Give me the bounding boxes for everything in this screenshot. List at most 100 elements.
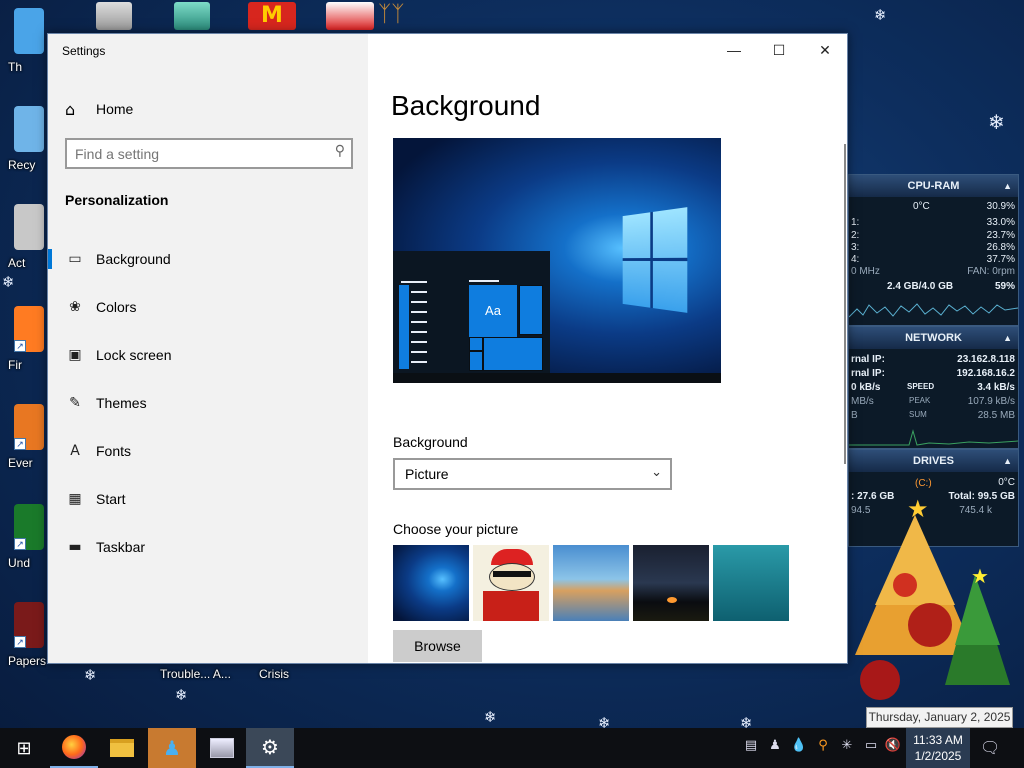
nav-item-taskbar[interactable]: ▬ Taskbar	[48, 527, 368, 567]
search-input[interactable]	[75, 144, 320, 164]
activate-icon	[14, 204, 44, 250]
cpu-mhz: 0 MHz	[851, 266, 880, 277]
picture-thumbnail-meme[interactable]	[473, 545, 549, 621]
cpu-temp: 0°C	[913, 201, 930, 212]
picture-thumbnail-night-sky[interactable]	[633, 545, 709, 621]
tray-users-icon[interactable]: ♟	[766, 738, 784, 758]
home-label: Home	[96, 101, 134, 117]
desktop-icon-label: Fir	[8, 358, 22, 372]
taskbar-settings[interactable]: ⚙	[246, 728, 294, 768]
desktop-icon-this-pc[interactable]: Th	[0, 4, 46, 96]
collapse-icon[interactable]: ▲	[1003, 450, 1012, 472]
desktop-icon-everything[interactable]: ↗ Ever	[0, 400, 46, 492]
desktop-icon-undertale[interactable]: ↗ Und	[0, 500, 46, 592]
chevron-down-icon: ⌄	[651, 465, 662, 480]
nav-item-themes[interactable]: ✎ Themes	[48, 383, 368, 423]
start-button[interactable]: ⊞	[0, 728, 48, 768]
nav-item-label: Lock screen	[96, 347, 172, 363]
upload-speed: 3.4 kB/s	[977, 382, 1015, 393]
taskbar-clock[interactable]: 11:33 AM 1/2/2025	[906, 728, 970, 768]
picture-thumbnail-windows[interactable]	[393, 545, 469, 621]
nav-item-start[interactable]: ▦ Start	[48, 479, 368, 519]
svg-text:★: ★	[907, 495, 929, 523]
start-grid-icon: ▦	[68, 491, 82, 507]
snowflake-icon: ❄	[988, 110, 1005, 134]
background-dropdown[interactable]: Picture ⌄	[393, 458, 672, 490]
svg-text:★: ★	[971, 564, 989, 588]
windows-logo-icon	[622, 207, 688, 313]
nav-item-background[interactable]: ▭ Background	[48, 239, 368, 279]
tray-drop-icon[interactable]: 💧	[790, 738, 808, 758]
desktop-icon-app[interactable]	[96, 2, 132, 30]
browse-button[interactable]: Browse	[393, 630, 482, 662]
gadget-title: DRIVES	[913, 455, 954, 467]
notification-icon[interactable]: 🗨	[980, 738, 1000, 758]
taskbar-app-users[interactable]: ♟	[148, 728, 196, 768]
collapse-icon[interactable]: ▲	[1003, 175, 1012, 197]
snowflake-icon: ❄	[84, 666, 97, 684]
tray-network-icon[interactable]: ▭	[862, 738, 880, 758]
nav-item-label: Taskbar	[96, 539, 146, 555]
desktop-icon-game[interactable]	[174, 2, 210, 30]
taskbar-file-explorer[interactable]	[98, 728, 146, 768]
firefox-icon	[62, 735, 86, 759]
nav-item-fonts[interactable]: A Fonts	[48, 431, 368, 471]
sum-right: 28.5 MB	[977, 410, 1015, 421]
picture-icon: ▭	[68, 251, 82, 267]
scrollbar[interactable]	[844, 144, 846, 464]
cpu-graph	[849, 303, 1018, 318]
folder-icon	[110, 739, 134, 757]
shortcut-arrow-icon: ↗	[14, 538, 26, 550]
desktop-icon-firefox[interactable]: ↗ Fir	[0, 302, 46, 394]
mcdonalds-logo-icon[interactable]: M	[248, 2, 296, 30]
peak-tag: PEAK	[909, 396, 931, 405]
cpu-fan: FAN: 0rpm	[967, 266, 1015, 277]
desktop-icon-activate[interactable]: Act	[0, 200, 46, 292]
nav-item-label: Colors	[96, 299, 137, 315]
internal-ip-label: rnal IP:	[851, 368, 885, 379]
desktop-icon-christmas[interactable]	[326, 2, 374, 30]
recycle-bin-icon	[14, 106, 44, 152]
date-tooltip: Thursday, January 2, 2025	[866, 707, 1013, 728]
choose-picture-label: Choose your picture	[393, 521, 519, 537]
snowflake-icon: ❄	[484, 708, 497, 726]
desktop-icon-recycle-bin[interactable]: Recy	[0, 102, 46, 194]
tray-search-icon[interactable]: ⚲	[814, 738, 832, 758]
nav-item-label: Start	[96, 491, 126, 507]
picture-thumbnail-underwater[interactable]	[713, 545, 789, 621]
clock-date: 1/2/2025	[914, 749, 962, 763]
tray-volume-muted-icon[interactable]: 🔇	[884, 738, 902, 758]
sum-tag: SUM	[909, 410, 927, 419]
settings-sidebar: Settings ⌂ Home ⚲ Personalization ▭ Backg…	[48, 34, 368, 663]
preview-taskbar	[393, 373, 721, 383]
minimize-button[interactable]: —	[711, 34, 757, 66]
taskbar-firefox[interactable]	[50, 728, 98, 768]
search-icon[interactable]: ⚲	[335, 143, 345, 159]
collapse-icon[interactable]: ▲	[1003, 327, 1012, 349]
desktop-label-trouble[interactable]: Trouble... A...	[160, 667, 231, 681]
internal-ip: 192.168.16.2	[956, 368, 1015, 379]
nav-item-label: Themes	[96, 395, 147, 411]
home-link[interactable]: ⌂ Home	[65, 97, 133, 121]
desktop-icon-label: Recy	[8, 158, 36, 172]
sum-left: B	[851, 410, 858, 421]
this-pc-icon	[14, 8, 44, 54]
maximize-button[interactable]: ☐	[756, 34, 802, 66]
close-button[interactable]: ✕	[802, 34, 848, 66]
users-icon: ♟	[163, 736, 181, 760]
tray-display-icon[interactable]: ▤	[742, 738, 760, 758]
search-box[interactable]: ⚲	[65, 138, 353, 169]
speed-tag: SPEED	[907, 382, 935, 391]
lock-screen-icon: ▣	[68, 347, 82, 363]
shortcut-arrow-icon: ↗	[14, 636, 26, 648]
section-heading: Personalization	[65, 192, 169, 208]
taskbar-app-window[interactable]	[198, 728, 246, 768]
tray-snowflake-icon[interactable]: ✳	[838, 738, 856, 758]
nav-item-lock-screen[interactable]: ▣ Lock screen	[48, 335, 368, 375]
ram-percent: 59%	[994, 281, 1015, 292]
picture-thumbnail-beach[interactable]	[553, 545, 629, 621]
desktop-icon-papers-please[interactable]: ↗ Papers, P	[0, 598, 46, 690]
nav-item-colors[interactable]: ❀ Colors	[48, 287, 368, 327]
desktop-label-crisis[interactable]: Crisis	[259, 667, 289, 681]
desktop-icon-label: Ever	[8, 456, 33, 470]
